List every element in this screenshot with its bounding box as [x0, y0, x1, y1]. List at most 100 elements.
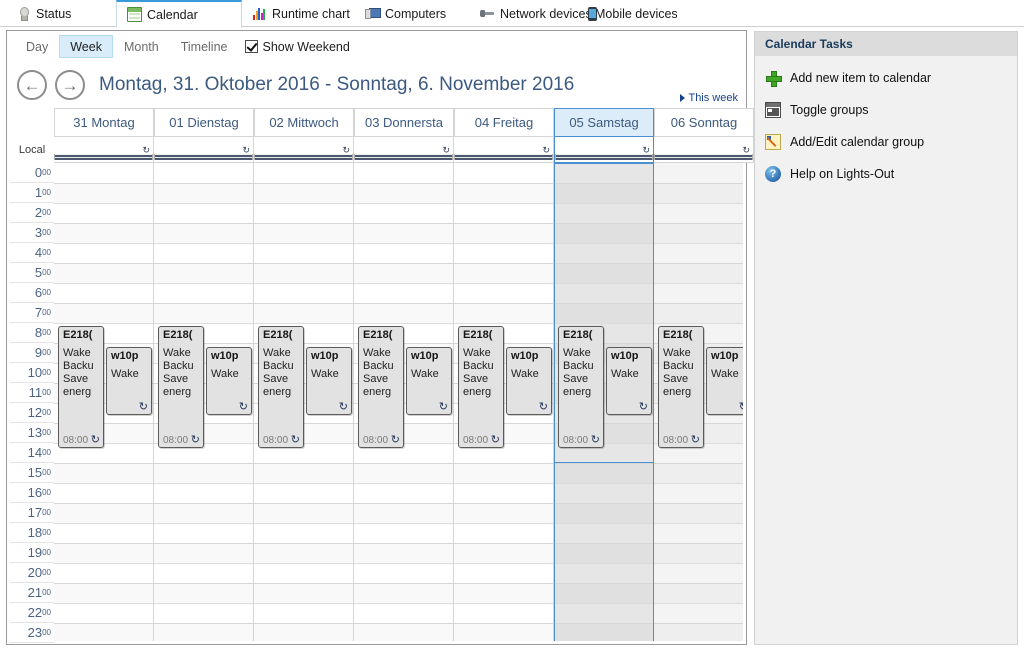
recurrence-icon: ↻ — [690, 434, 700, 446]
all-day-cell-1[interactable]: ↻ — [154, 137, 254, 163]
calendar-tasks-panel: Calendar Tasks Add new item to calendar T… — [754, 31, 1018, 645]
time-hour: 8 — [34, 325, 43, 340]
hour-gridline — [555, 603, 653, 604]
time-minutes: 00 — [42, 368, 51, 377]
recurrence-icon: ↻ — [742, 145, 750, 155]
calendar-event[interactable]: w10p Wake ↻ — [706, 347, 743, 415]
task-item-toggle-groups[interactable]: Toggle groups — [755, 94, 1017, 126]
hour-band-shade — [54, 463, 153, 483]
all-day-event-bar[interactable]: ↻ — [354, 146, 453, 160]
task-item-help-on-lights-out[interactable]: ? Help on Lights-Out — [755, 158, 1017, 190]
tab-calendar[interactable]: Calendar — [116, 0, 242, 28]
arrow-right-icon[interactable]: → — [55, 70, 85, 100]
edit-icon — [765, 134, 781, 150]
all-day-cell-6[interactable]: ↻ — [654, 137, 754, 163]
view-button-day[interactable]: Day — [15, 35, 59, 58]
time-label-0: 0 00 — [10, 163, 54, 183]
time-hour: 4 — [34, 245, 43, 260]
all-day-event-bar[interactable]: ↻ — [54, 146, 153, 160]
tab-computers[interactable]: Computers — [355, 0, 470, 27]
all-day-cell-3[interactable]: ↻ — [354, 137, 454, 163]
day-header-5[interactable]: 05 Samstag — [554, 108, 654, 137]
time-hour: 12 — [27, 405, 43, 420]
hour-gridline — [54, 283, 153, 284]
day-header-3[interactable]: 03 Donnersta — [354, 108, 454, 137]
day-header-6[interactable]: 06 Sonntag — [654, 108, 754, 137]
task-item-add-new-item-to-calendar[interactable]: Add new item to calendar — [755, 62, 1017, 94]
calendar-event[interactable]: w10p Wake ↻ — [306, 347, 352, 415]
day-header-4[interactable]: 04 Freitag — [454, 108, 554, 137]
calendar-day-columns[interactable]: E218(Wake Backu Save energ 08:00 ↻ w10p Wake… — [54, 163, 743, 641]
view-button-timeline[interactable]: Timeline — [170, 35, 239, 58]
all-day-event-bar[interactable]: ↻ — [454, 146, 553, 160]
day-header-1[interactable]: 01 Dienstag — [154, 108, 254, 137]
hour-band-shade — [555, 583, 653, 603]
tab-runtime-chart[interactable]: Runtime chart — [242, 0, 355, 27]
calendar-event[interactable]: E218(Wake Backu Save energ 08:00 ↻ — [658, 326, 704, 448]
all-day-cell-4[interactable]: ↻ — [454, 137, 554, 163]
calendar-event[interactable]: E218(Wake Backu Save energ 08:00 ↻ — [358, 326, 404, 448]
view-button-week[interactable]: Week — [59, 35, 113, 58]
tab-mobile-devices[interactable]: Mobile devices — [585, 0, 705, 27]
calendar-event[interactable]: E218(Wake Backu Save energ 08:00 ↻ — [558, 326, 604, 448]
day-header-0[interactable]: 31 Montag — [54, 108, 154, 137]
calendar-event[interactable]: E218(Wake Backu Save energ 08:00 ↻ — [58, 326, 104, 448]
calendar-event[interactable]: E218(Wake Backu Save energ 08:00 ↻ — [158, 326, 204, 448]
view-button-month[interactable]: Month — [113, 35, 170, 58]
arrow-left-icon[interactable]: ← — [17, 70, 47, 100]
event-time: 08:00 — [363, 435, 389, 446]
time-minutes: 00 — [42, 248, 51, 257]
task-item-add-edit-calendar-group[interactable]: Add/Edit calendar group — [755, 126, 1017, 158]
calendar-event[interactable]: E218(Wake Backu Save energ 08:00 ↻ — [458, 326, 504, 448]
calendar-event[interactable]: w10p Wake ↻ — [606, 347, 652, 415]
show-weekend-checkbox[interactable] — [244, 40, 258, 53]
time-label-9: 9 00 — [10, 343, 54, 363]
all-day-event-bar[interactable]: ↻ — [555, 146, 653, 160]
time-hour: 13 — [27, 425, 43, 440]
this-week-link[interactable]: This week — [680, 92, 738, 104]
all-day-cell-2[interactable]: ↻ — [254, 137, 354, 163]
hour-gridline — [454, 243, 553, 244]
hour-gridline — [54, 203, 153, 204]
time-hour: 16 — [27, 485, 43, 500]
hour-gridline — [354, 283, 453, 284]
hour-band-shade — [254, 623, 353, 641]
all-day-event-bar[interactable]: ↻ — [154, 146, 253, 160]
calendar-event[interactable]: E218(Wake Backu Save energ 08:00 ↻ — [258, 326, 304, 448]
calendar-event[interactable]: w10p Wake ↻ — [506, 347, 552, 415]
event-body: Wake Backu Save energ — [363, 347, 394, 398]
hour-band-shade — [254, 223, 353, 243]
time-hour: 14 — [27, 445, 43, 460]
event-title: w10p — [211, 350, 239, 362]
calendar-event[interactable]: w10p Wake ↻ — [406, 347, 452, 415]
time-minutes: 00 — [42, 528, 51, 537]
hour-gridline — [654, 523, 743, 524]
time-minutes: 00 — [42, 168, 51, 177]
calendar-panel: Day Week Month Timeline Show Weekend ← → Mo… — [6, 30, 754, 645]
hour-band-shade — [254, 503, 353, 523]
event-body: Wake Backu Save energ — [163, 347, 194, 398]
all-day-cell-0[interactable]: ↻ — [54, 137, 154, 163]
time-minutes: 00 — [42, 308, 51, 317]
time-minutes: 00 — [42, 548, 51, 557]
hour-band-shade — [354, 183, 453, 203]
tab-network-devices[interactable]: Network devices — [470, 0, 592, 27]
tab-status[interactable]: Status — [6, 0, 116, 27]
hour-band-shade — [454, 263, 553, 283]
day-header-2[interactable]: 02 Mittwoch — [254, 108, 354, 137]
event-footer: ↻ — [311, 402, 348, 413]
hour-band-shade — [154, 583, 253, 603]
event-body: Wake — [211, 368, 239, 380]
all-day-event-bar[interactable]: ↻ — [254, 146, 353, 160]
all-day-event-bar[interactable]: ↻ — [654, 146, 753, 160]
calendar-event[interactable]: w10p Wake ↻ — [206, 347, 252, 415]
calendar-event[interactable]: w10p Wake ↻ — [106, 347, 152, 415]
calendar-view-toolbar: Day Week Month Timeline Show Weekend — [7, 31, 746, 62]
event-title: w10p — [411, 350, 439, 362]
event-body: Wake Backu Save energ — [563, 347, 594, 398]
show-weekend-toggle[interactable]: Show Weekend — [244, 40, 350, 54]
all-day-cell-5[interactable]: ↻ — [554, 137, 654, 163]
view-button-label: Week — [70, 39, 102, 54]
calendar-tasks-header: Calendar Tasks — [755, 32, 1017, 56]
event-body: Wake — [611, 368, 639, 380]
